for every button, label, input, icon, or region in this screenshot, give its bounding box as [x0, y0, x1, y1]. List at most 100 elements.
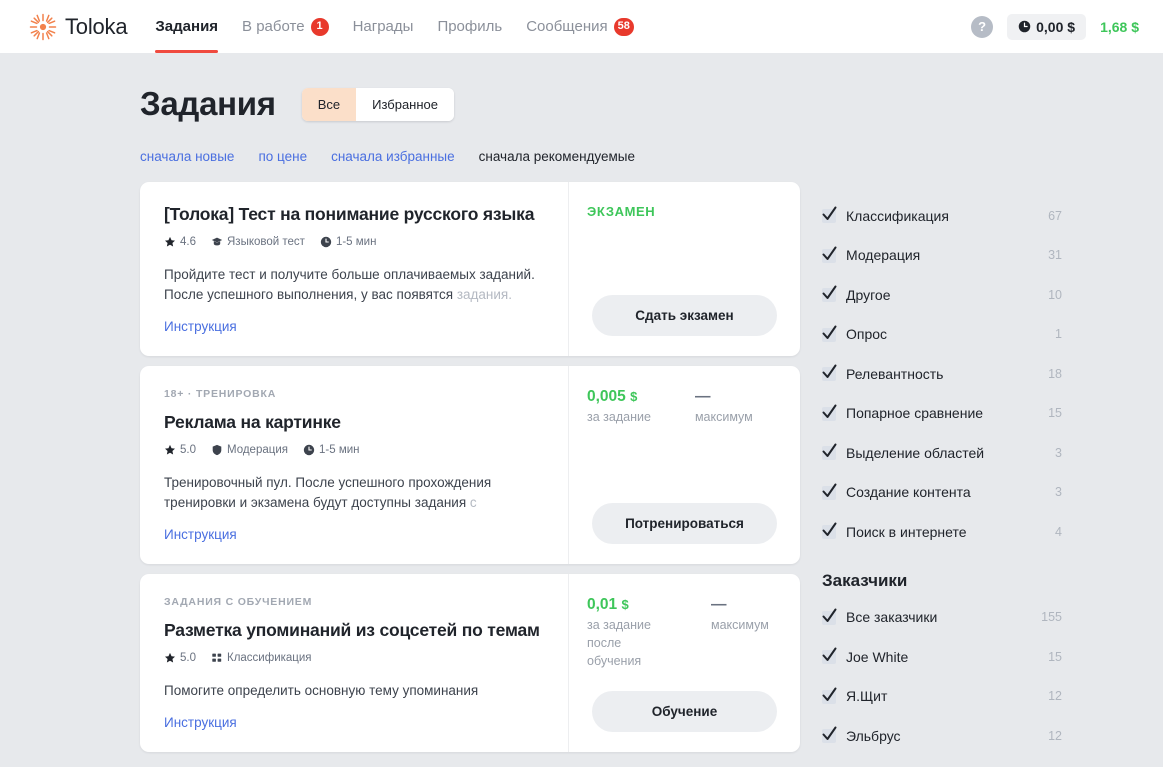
requesters-heading: Заказчики	[822, 570, 908, 590]
checkbox-checked-icon[interactable]	[822, 404, 837, 421]
train-button[interactable]: Потренироваться	[592, 502, 777, 544]
shield-icon	[211, 444, 223, 456]
filter-label: Поиск в интернете	[846, 523, 967, 540]
content-wrapper: Задания Все Избранное сначала новые по ц…	[0, 53, 1163, 756]
filter-item-relevance[interactable]: Релевантность 18	[822, 354, 1062, 394]
filter-label: Эльбрус	[846, 727, 901, 744]
task-rating-value: 5.0	[180, 651, 196, 664]
instruction-link[interactable]: Инструкция	[164, 527, 237, 542]
filter-count: 12	[1048, 728, 1062, 743]
checkbox-checked-icon[interactable]	[822, 364, 837, 382]
nav-label: Задания	[155, 18, 219, 35]
segment-favorites[interactable]: Избранное	[356, 87, 454, 121]
task-rating: 4.6	[164, 236, 196, 248]
nav-item-tasks[interactable]: Задания	[155, 0, 218, 53]
task-max-price: — максимум	[711, 596, 769, 670]
filter-count: 18	[1048, 366, 1062, 381]
task-card[interactable]: [Толока] Тест на понимание русского язык…	[140, 182, 800, 356]
checkbox-checked-icon[interactable]	[822, 608, 837, 625]
checkbox-checked-icon[interactable]	[822, 522, 837, 540]
instruction-link[interactable]: Инструкция	[164, 715, 237, 730]
filter-item-yashit[interactable]: Я.Щит 12	[822, 677, 1062, 717]
instruction-link[interactable]: Инструкция	[164, 319, 237, 334]
task-card-main: [Толока] Тест на понимание русского язык…	[140, 182, 568, 356]
nav-label: В работе	[242, 18, 305, 35]
checkbox-checked-icon[interactable]	[822, 246, 837, 263]
checkbox-checked-icon[interactable]	[822, 726, 837, 744]
take-exam-button[interactable]: Сдать экзамен	[592, 294, 777, 336]
task-duration-label: 1-5 мин	[319, 443, 360, 456]
filter-label: Опрос	[846, 326, 888, 343]
sort-link-newest[interactable]: сначала новые	[140, 149, 234, 164]
segment-all[interactable]: Все	[301, 87, 357, 121]
checkbox-checked-icon[interactable]	[822, 443, 837, 461]
filter-item-survey[interactable]: Опрос 1	[822, 315, 1062, 355]
nav-item-rewards[interactable]: Награды	[353, 0, 414, 53]
task-card-list: [Толока] Тест на понимание русского язык…	[140, 182, 800, 752]
nav-item-messages[interactable]: Сообщения 58	[526, 0, 634, 53]
filter-label: Релевантность	[846, 365, 944, 382]
filter-item-pairwise-comparison[interactable]: Попарное сравнение 15	[822, 394, 1062, 434]
filter-label: Попарное сравнение	[846, 405, 984, 422]
task-max-value: —	[711, 595, 727, 613]
filter-label: Joe White	[846, 648, 909, 665]
checkbox-checked-icon[interactable]	[822, 687, 837, 704]
filter-count: 67	[1048, 208, 1062, 223]
task-card[interactable]: ЗАДАНИЯ С ОБУЧЕНИЕМ Разметка упоминаний …	[140, 573, 800, 752]
filter-label: Я.Щит	[846, 688, 888, 705]
checkbox-checked-icon[interactable]	[822, 206, 837, 224]
task-rating: 5.0	[164, 652, 196, 664]
checkbox-checked-icon[interactable]	[822, 647, 837, 665]
task-action: Обучение	[587, 690, 782, 732]
filter-count: 15	[1048, 649, 1062, 664]
task-rating-value: 4.6	[180, 236, 196, 248]
task-meta: 5.0 Модерация 1-5 мин	[164, 444, 542, 456]
nav-label: Сообщения	[526, 18, 608, 35]
toloka-logo[interactable]: Toloka	[28, 12, 128, 42]
nav-item-profile[interactable]: Профиль	[437, 0, 502, 53]
task-max-label: максимум	[711, 617, 769, 632]
task-category-label: Языковой тест	[227, 236, 305, 248]
task-card[interactable]: 18+ · ТРЕНИРОВКА Реклама на картинке 5.0	[140, 365, 800, 564]
task-action: Потренироваться	[587, 502, 782, 544]
task-price-value: 0,005 $	[587, 388, 651, 406]
filter-item-content-creation[interactable]: Создание контента 3	[822, 473, 1062, 513]
requester-filter-list: Все заказчики 155 Joe White 15 Я.Щит 12 …	[822, 598, 1062, 756]
checkbox-checked-icon[interactable]	[822, 285, 837, 303]
available-balance[interactable]: 1,68 $	[1100, 19, 1139, 35]
filter-label: Модерация	[846, 247, 921, 264]
task-price-currency: $	[621, 596, 629, 612]
filter-item-classification[interactable]: Классификация 67	[822, 196, 1062, 236]
task-price-row: 0,01 $ за задание после обучения — макси…	[587, 596, 782, 670]
task-price-row: 0,005 $ за задание — максимум	[587, 388, 782, 426]
page-body: Задания Все Избранное сначала новые по ц…	[0, 53, 1163, 767]
task-rating-value: 5.0	[180, 443, 196, 456]
filter-count: 1	[1055, 327, 1062, 342]
pending-balance[interactable]: 0,00 $	[1007, 13, 1087, 40]
question-mark-icon[interactable]: ?	[971, 15, 994, 38]
task-max-label: максимум	[694, 409, 753, 424]
filter-count: 155	[1041, 610, 1062, 625]
task-title: Реклама на картинке	[164, 411, 341, 432]
task-category-label: Классификация	[227, 651, 312, 664]
task-title: [Толока] Тест на понимание русского язык…	[164, 204, 535, 224]
checkbox-checked-icon[interactable]	[822, 483, 837, 500]
task-action: Сдать экзамен	[587, 294, 782, 336]
filter-label: Выделение областей	[846, 444, 985, 461]
task-price-amount: 0,01	[587, 595, 618, 613]
filter-item-other[interactable]: Другое 10	[822, 275, 1062, 315]
filter-item-internet-search[interactable]: Поиск в интернете 4	[822, 512, 1062, 552]
nav-item-in-progress[interactable]: В работе 1	[242, 0, 329, 53]
sort-link-favorites[interactable]: сначала избранные	[331, 149, 455, 164]
filter-item-elbrus[interactable]: Эльбрус 12	[822, 716, 1062, 756]
sort-link-price[interactable]: по цене	[258, 149, 307, 164]
filter-item-moderation[interactable]: Модерация 31	[822, 236, 1062, 276]
checkbox-checked-icon[interactable]	[822, 325, 837, 342]
task-category: Модерация	[211, 444, 288, 456]
filter-item-all-requesters[interactable]: Все заказчики 155	[822, 598, 1062, 638]
training-button[interactable]: Обучение	[592, 690, 777, 732]
filter-item-joe-white[interactable]: Joe White 15	[822, 637, 1062, 677]
filter-count: 3	[1055, 485, 1062, 500]
filter-item-area-selection[interactable]: Выделение областей 3	[822, 433, 1062, 473]
task-title: Разметка упоминаний из соцсетей по темам	[164, 619, 540, 640]
